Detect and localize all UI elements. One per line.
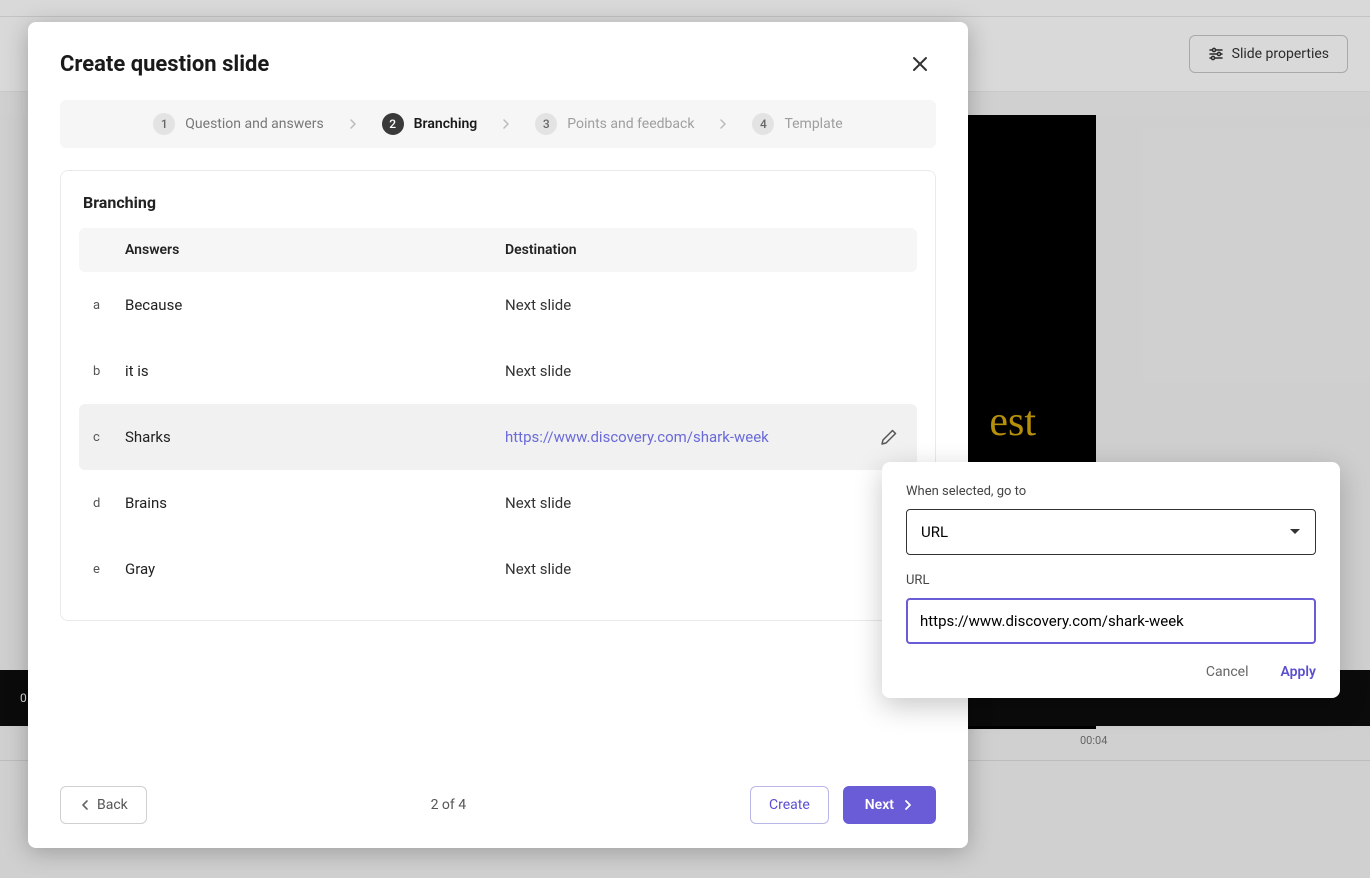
row-answer: Because xyxy=(125,296,505,314)
create-question-modal: Create question slide 1 Question and ans… xyxy=(28,22,968,848)
step-label: Question and answers xyxy=(185,116,323,132)
step-points-and-feedback[interactable]: 3 Points and feedback xyxy=(535,113,694,135)
step-badge: 3 xyxy=(535,113,557,135)
row-destination: Next slide xyxy=(505,560,571,578)
next-label: Next xyxy=(865,797,894,813)
step-label: Branching xyxy=(414,116,478,132)
popover-actions: Cancel Apply xyxy=(906,664,1316,680)
page-indicator: 2 of 4 xyxy=(431,797,467,813)
step-question-and-answers[interactable]: 1 Question and answers xyxy=(153,113,323,135)
row-destination: Next slide xyxy=(505,296,571,314)
step-badge: 2 xyxy=(382,113,404,135)
step-label: Template xyxy=(784,116,842,132)
card-title: Branching xyxy=(79,193,917,212)
caret-down-icon xyxy=(1289,528,1301,536)
chevron-right-icon xyxy=(902,799,914,811)
footer-right-group: Create Next xyxy=(750,786,936,824)
col-header-destination: Destination xyxy=(505,242,861,258)
row-letter: e xyxy=(79,562,125,577)
row-letter: a xyxy=(79,298,125,313)
branching-destination-popover: When selected, go to URL URL Cancel Appl… xyxy=(882,462,1340,698)
chevron-left-icon xyxy=(79,799,91,811)
stepper: 1 Question and answers 2 Branching 3 Poi… xyxy=(60,100,936,148)
table-row[interactable]: eGrayNext slide xyxy=(79,536,917,602)
row-answer: Gray xyxy=(125,560,505,578)
row-answer: it is xyxy=(125,362,505,380)
chevron-right-icon xyxy=(501,119,511,129)
close-icon xyxy=(911,55,929,73)
pencil-icon[interactable] xyxy=(880,428,898,446)
row-letter: c xyxy=(79,430,125,445)
table-row[interactable]: dBrainsNext slide xyxy=(79,470,917,536)
step-template[interactable]: 4 Template xyxy=(752,113,842,135)
next-button[interactable]: Next xyxy=(843,786,936,824)
apply-button[interactable]: Apply xyxy=(1280,664,1316,680)
col-header-answers: Answers xyxy=(125,242,505,258)
url-input[interactable] xyxy=(906,598,1316,644)
create-button[interactable]: Create xyxy=(750,786,829,824)
branching-table: Answers Destination aBecauseNext slidebi… xyxy=(79,228,917,602)
branching-card: Branching Answers Destination aBecauseNe… xyxy=(60,170,936,621)
step-badge: 4 xyxy=(752,113,774,135)
cancel-button[interactable]: Cancel xyxy=(1206,664,1249,680)
destination-type-select[interactable]: URL xyxy=(906,509,1316,555)
table-row[interactable]: cSharkshttps://www.discovery.com/shark-w… xyxy=(79,404,917,470)
chevron-right-icon xyxy=(348,119,358,129)
row-answer: Sharks xyxy=(125,428,505,446)
back-button[interactable]: Back xyxy=(60,786,147,824)
table-header: Answers Destination xyxy=(79,228,917,272)
row-destination: Next slide xyxy=(505,494,571,512)
close-button[interactable] xyxy=(904,48,936,80)
table-row[interactable]: bit isNext slide xyxy=(79,338,917,404)
modal-title: Create question slide xyxy=(60,52,269,77)
chevron-right-icon xyxy=(718,119,728,129)
step-branching[interactable]: 2 Branching xyxy=(382,113,478,135)
modal-footer: Back 2 of 4 Create Next xyxy=(60,786,936,824)
row-letter: b xyxy=(79,364,125,379)
url-field-label: URL xyxy=(906,573,1316,588)
row-letter: d xyxy=(79,496,125,511)
step-badge: 1 xyxy=(153,113,175,135)
modal-header: Create question slide xyxy=(60,48,936,80)
table-row[interactable]: aBecauseNext slide xyxy=(79,272,917,338)
back-label: Back xyxy=(97,797,128,813)
row-answer: Brains xyxy=(125,494,505,512)
row-destination: Next slide xyxy=(505,362,571,380)
when-selected-label: When selected, go to xyxy=(906,484,1316,499)
row-destination-link[interactable]: https://www.discovery.com/shark-week xyxy=(505,428,769,446)
step-label: Points and feedback xyxy=(567,116,694,132)
select-value: URL xyxy=(921,523,948,541)
